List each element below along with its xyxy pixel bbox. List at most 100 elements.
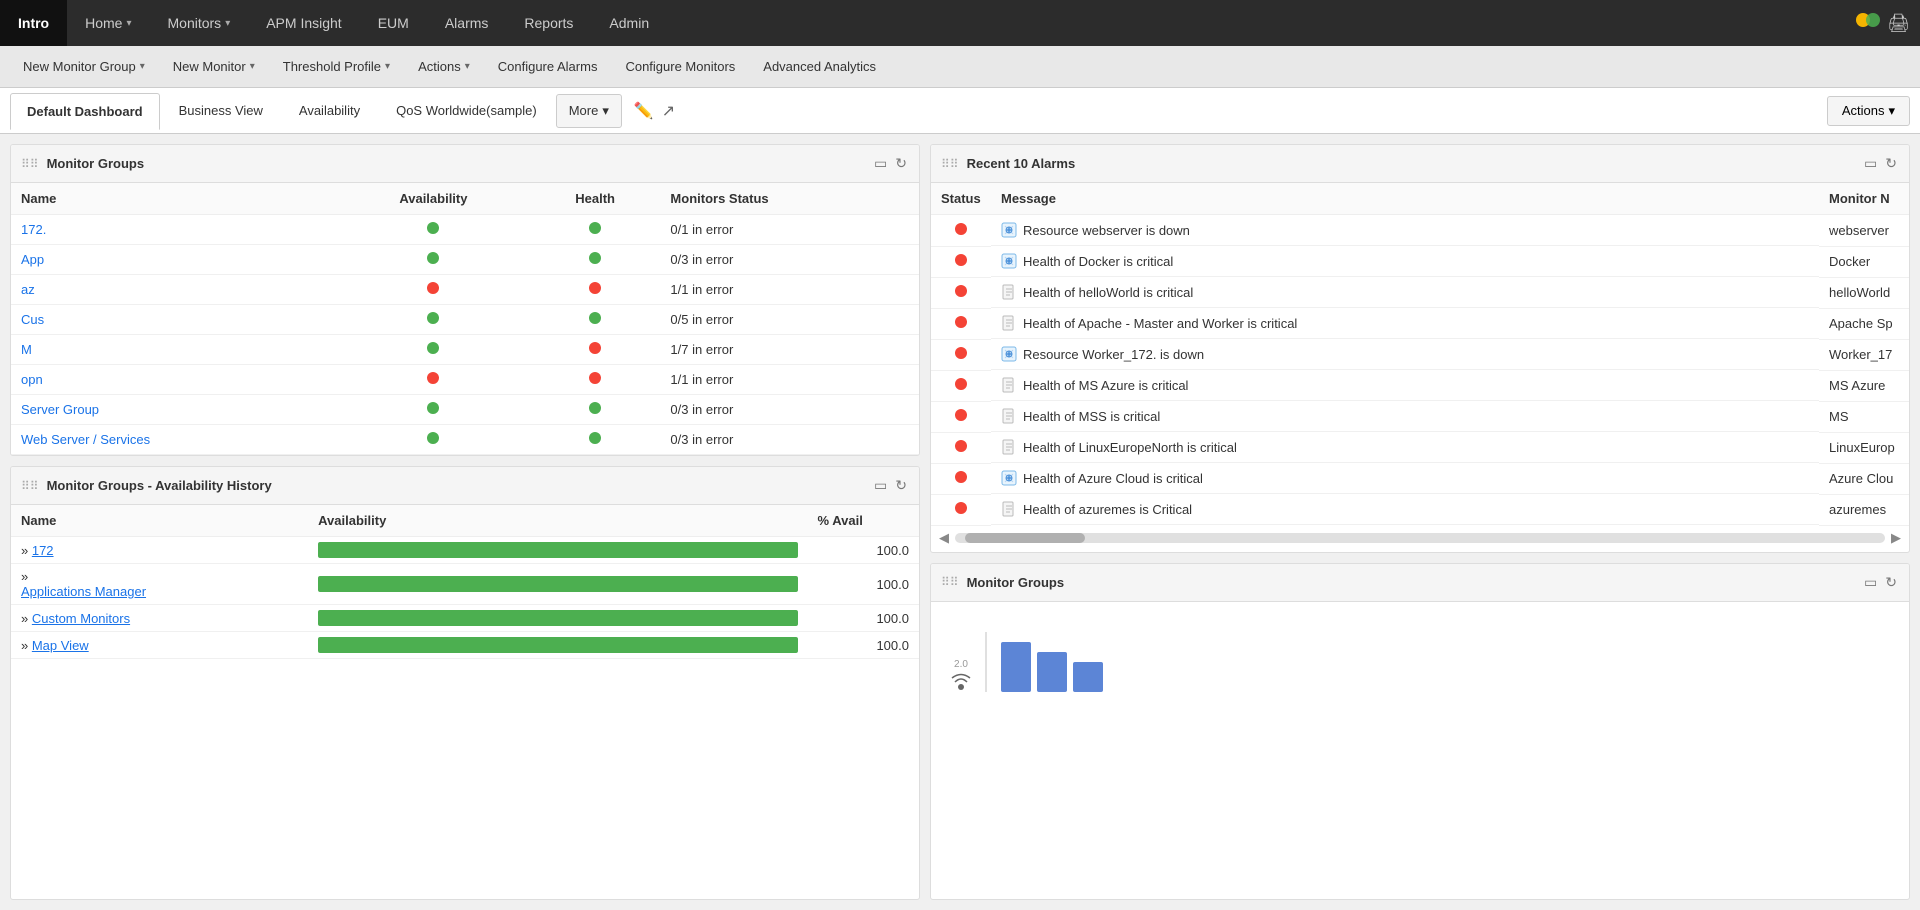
mg-name: M xyxy=(11,335,337,365)
link-icon xyxy=(1001,470,1017,486)
monitor-group-row[interactable]: Web Server / Services 0/3 in error xyxy=(11,425,919,455)
alarm-row[interactable]: Health of helloWorld is critical helloWo… xyxy=(931,277,1909,308)
tab-qos-worldwide[interactable]: QoS Worldwide(sample) xyxy=(379,92,554,129)
tab-availability[interactable]: Availability xyxy=(282,92,377,129)
mg-name: az xyxy=(11,275,337,305)
alarm-row[interactable]: Health of MSS is critical MS xyxy=(931,401,1909,432)
nav-configure-alarms[interactable]: Configure Alarms xyxy=(485,53,611,80)
alarm-row[interactable]: Resource webserver is down webserver xyxy=(931,215,1909,247)
link-icon xyxy=(1001,222,1017,238)
mg-status: 0/5 in error xyxy=(660,305,919,335)
nav-eum[interactable]: EUM xyxy=(360,0,427,46)
alarm-row[interactable]: Health of Azure Cloud is critical Azure … xyxy=(931,463,1909,494)
home-arrow-icon: ▾ xyxy=(126,18,131,29)
alarm-message-cell: Health of Apache - Master and Worker is … xyxy=(991,308,1819,339)
tab-default-dashboard[interactable]: Default Dashboard xyxy=(10,93,160,130)
avail-refresh-icon[interactable]: ↻ xyxy=(893,475,909,496)
alarm-message-cell: Health of Docker is critical xyxy=(991,246,1819,277)
nav-new-monitor[interactable]: New Monitor ▾ xyxy=(160,53,268,80)
alarm-monitor-cell: MS xyxy=(1819,401,1909,432)
monitor-group-row[interactable]: App 0/3 in error xyxy=(11,245,919,275)
monitor-group-row[interactable]: M 1/7 in error xyxy=(11,335,919,365)
monitor-group-row[interactable]: opn 1/1 in error xyxy=(11,365,919,395)
alarm-row[interactable]: Health of azuremes is Critical azuremes xyxy=(931,494,1909,525)
widget-header-controls: ▭ ↻ xyxy=(872,153,909,174)
alarm-message-cell: Health of azuremes is Critical xyxy=(991,494,1819,525)
chart-minimize-icon[interactable]: ▭ xyxy=(1862,572,1879,593)
nav-configure-monitors[interactable]: Configure Monitors xyxy=(612,53,748,80)
notification-icon[interactable] xyxy=(1853,6,1881,40)
mg-status: 1/7 in error xyxy=(660,335,919,365)
chart-bar-1 xyxy=(1001,642,1031,692)
chart-divider xyxy=(985,632,987,692)
tabs-bar: Default Dashboard Business View Availabi… xyxy=(0,88,1920,134)
mg-availability-dot xyxy=(337,245,530,275)
nav-apm[interactable]: APM Insight xyxy=(248,0,359,46)
mg-status: 1/1 in error xyxy=(660,275,919,305)
alarm-monitor-cell: Docker xyxy=(1819,246,1909,277)
mg-name: Web Server / Services xyxy=(11,425,337,455)
monitor-group-row[interactable]: az 1/1 in error xyxy=(11,275,919,305)
minimize-widget-icon[interactable]: ▭ xyxy=(872,153,889,174)
alarm-message-cell: Health of LinuxEuropeNorth is critical xyxy=(991,432,1819,463)
nav-reports[interactable]: Reports xyxy=(506,0,591,46)
tab-more[interactable]: More ▾ xyxy=(556,94,622,128)
tab-actions-arrow-icon: ▾ xyxy=(1888,103,1895,119)
nav-advanced-analytics[interactable]: Advanced Analytics xyxy=(750,53,889,80)
avail-minimize-icon[interactable]: ▭ xyxy=(872,475,889,496)
page-icon xyxy=(1001,408,1017,424)
mg-col-health: Health xyxy=(530,183,661,215)
nav-new-monitor-group[interactable]: New Monitor Group ▾ xyxy=(10,53,158,80)
alarms-refresh-icon[interactable]: ↻ xyxy=(1883,153,1899,174)
avail-row: » 172 100.0 xyxy=(11,537,919,564)
nav-actions[interactable]: Actions ▾ xyxy=(405,53,483,80)
scroll-left-icon[interactable]: ◀ xyxy=(939,530,949,546)
avail-bar-cell xyxy=(308,605,807,632)
print-icon[interactable]: 🖨 xyxy=(1887,13,1910,34)
nav-home[interactable]: Home ▾ xyxy=(67,0,149,46)
monitor-group-row[interactable]: Server Group 0/3 in error xyxy=(11,395,919,425)
alarm-row[interactable]: Health of Apache - Master and Worker is … xyxy=(931,308,1909,339)
tab-actions-button[interactable]: Actions ▾ xyxy=(1827,96,1910,126)
alarm-message-cell: Resource webserver is down xyxy=(991,215,1819,246)
external-link-icon[interactable]: ↗ xyxy=(658,97,679,125)
alarm-row[interactable]: Health of LinuxEuropeNorth is critical L… xyxy=(931,432,1909,463)
monitor-groups-chart-title: Monitor Groups xyxy=(967,575,1854,590)
mg-status: 0/3 in error xyxy=(660,245,919,275)
page-icon xyxy=(1001,315,1017,331)
alarm-monitor-cell: azuremes xyxy=(1819,494,1909,525)
edit-tab-icon[interactable]: ✏️ xyxy=(630,97,658,125)
alarms-minimize-icon[interactable]: ▭ xyxy=(1862,153,1879,174)
tab-business-view[interactable]: Business View xyxy=(162,92,280,129)
nav-monitors[interactable]: Monitors ▾ xyxy=(150,0,249,46)
alarm-message-cell: Health of MSS is critical xyxy=(991,401,1819,432)
drag-grip-icon: ⠿⠿ xyxy=(21,157,39,171)
refresh-widget-icon[interactable]: ↻ xyxy=(893,153,909,174)
nav-threshold-profile[interactable]: Threshold Profile ▾ xyxy=(270,53,403,80)
monitor-group-row[interactable]: 172. 0/1 in error xyxy=(11,215,919,245)
mg-availability-dot xyxy=(337,215,530,245)
scroll-right-icon[interactable]: ▶ xyxy=(1891,530,1901,546)
alarm-row[interactable]: Health of MS Azure is critical MS Azure xyxy=(931,370,1909,401)
nav-intro[interactable]: Intro xyxy=(0,0,67,46)
mg-availability-dot xyxy=(337,335,530,365)
mg-col-status: Monitors Status xyxy=(660,183,919,215)
monitor-group-row[interactable]: Cus 0/5 in error xyxy=(11,305,919,335)
page-icon xyxy=(1001,439,1017,455)
availability-history-widget: ⠿⠿ Monitor Groups - Availability History… xyxy=(10,466,920,900)
left-panel: ⠿⠿ Monitor Groups ▭ ↻ Name Availability … xyxy=(10,144,920,900)
horizontal-scrollbar[interactable] xyxy=(955,533,1885,543)
mg-availability-dot xyxy=(337,365,530,395)
second-navigation: New Monitor Group ▾ New Monitor ▾ Thresh… xyxy=(0,46,1920,88)
alarm-row[interactable]: Health of Docker is critical Docker xyxy=(931,246,1909,277)
alarm-row[interactable]: Resource Worker_172. is down Worker_17 xyxy=(931,339,1909,370)
avail-widget-header-controls: ▭ ↻ xyxy=(872,475,909,496)
alarm-col-status: Status xyxy=(931,183,991,215)
mg-name: Server Group xyxy=(11,395,337,425)
nav-alarms[interactable]: Alarms xyxy=(427,0,507,46)
avail-col-bar: Availability xyxy=(308,505,807,537)
alarm-status-cell xyxy=(931,215,991,247)
chart-refresh-icon[interactable]: ↻ xyxy=(1883,572,1899,593)
avail-col-pct: % Avail xyxy=(808,505,919,537)
nav-admin[interactable]: Admin xyxy=(591,0,667,46)
